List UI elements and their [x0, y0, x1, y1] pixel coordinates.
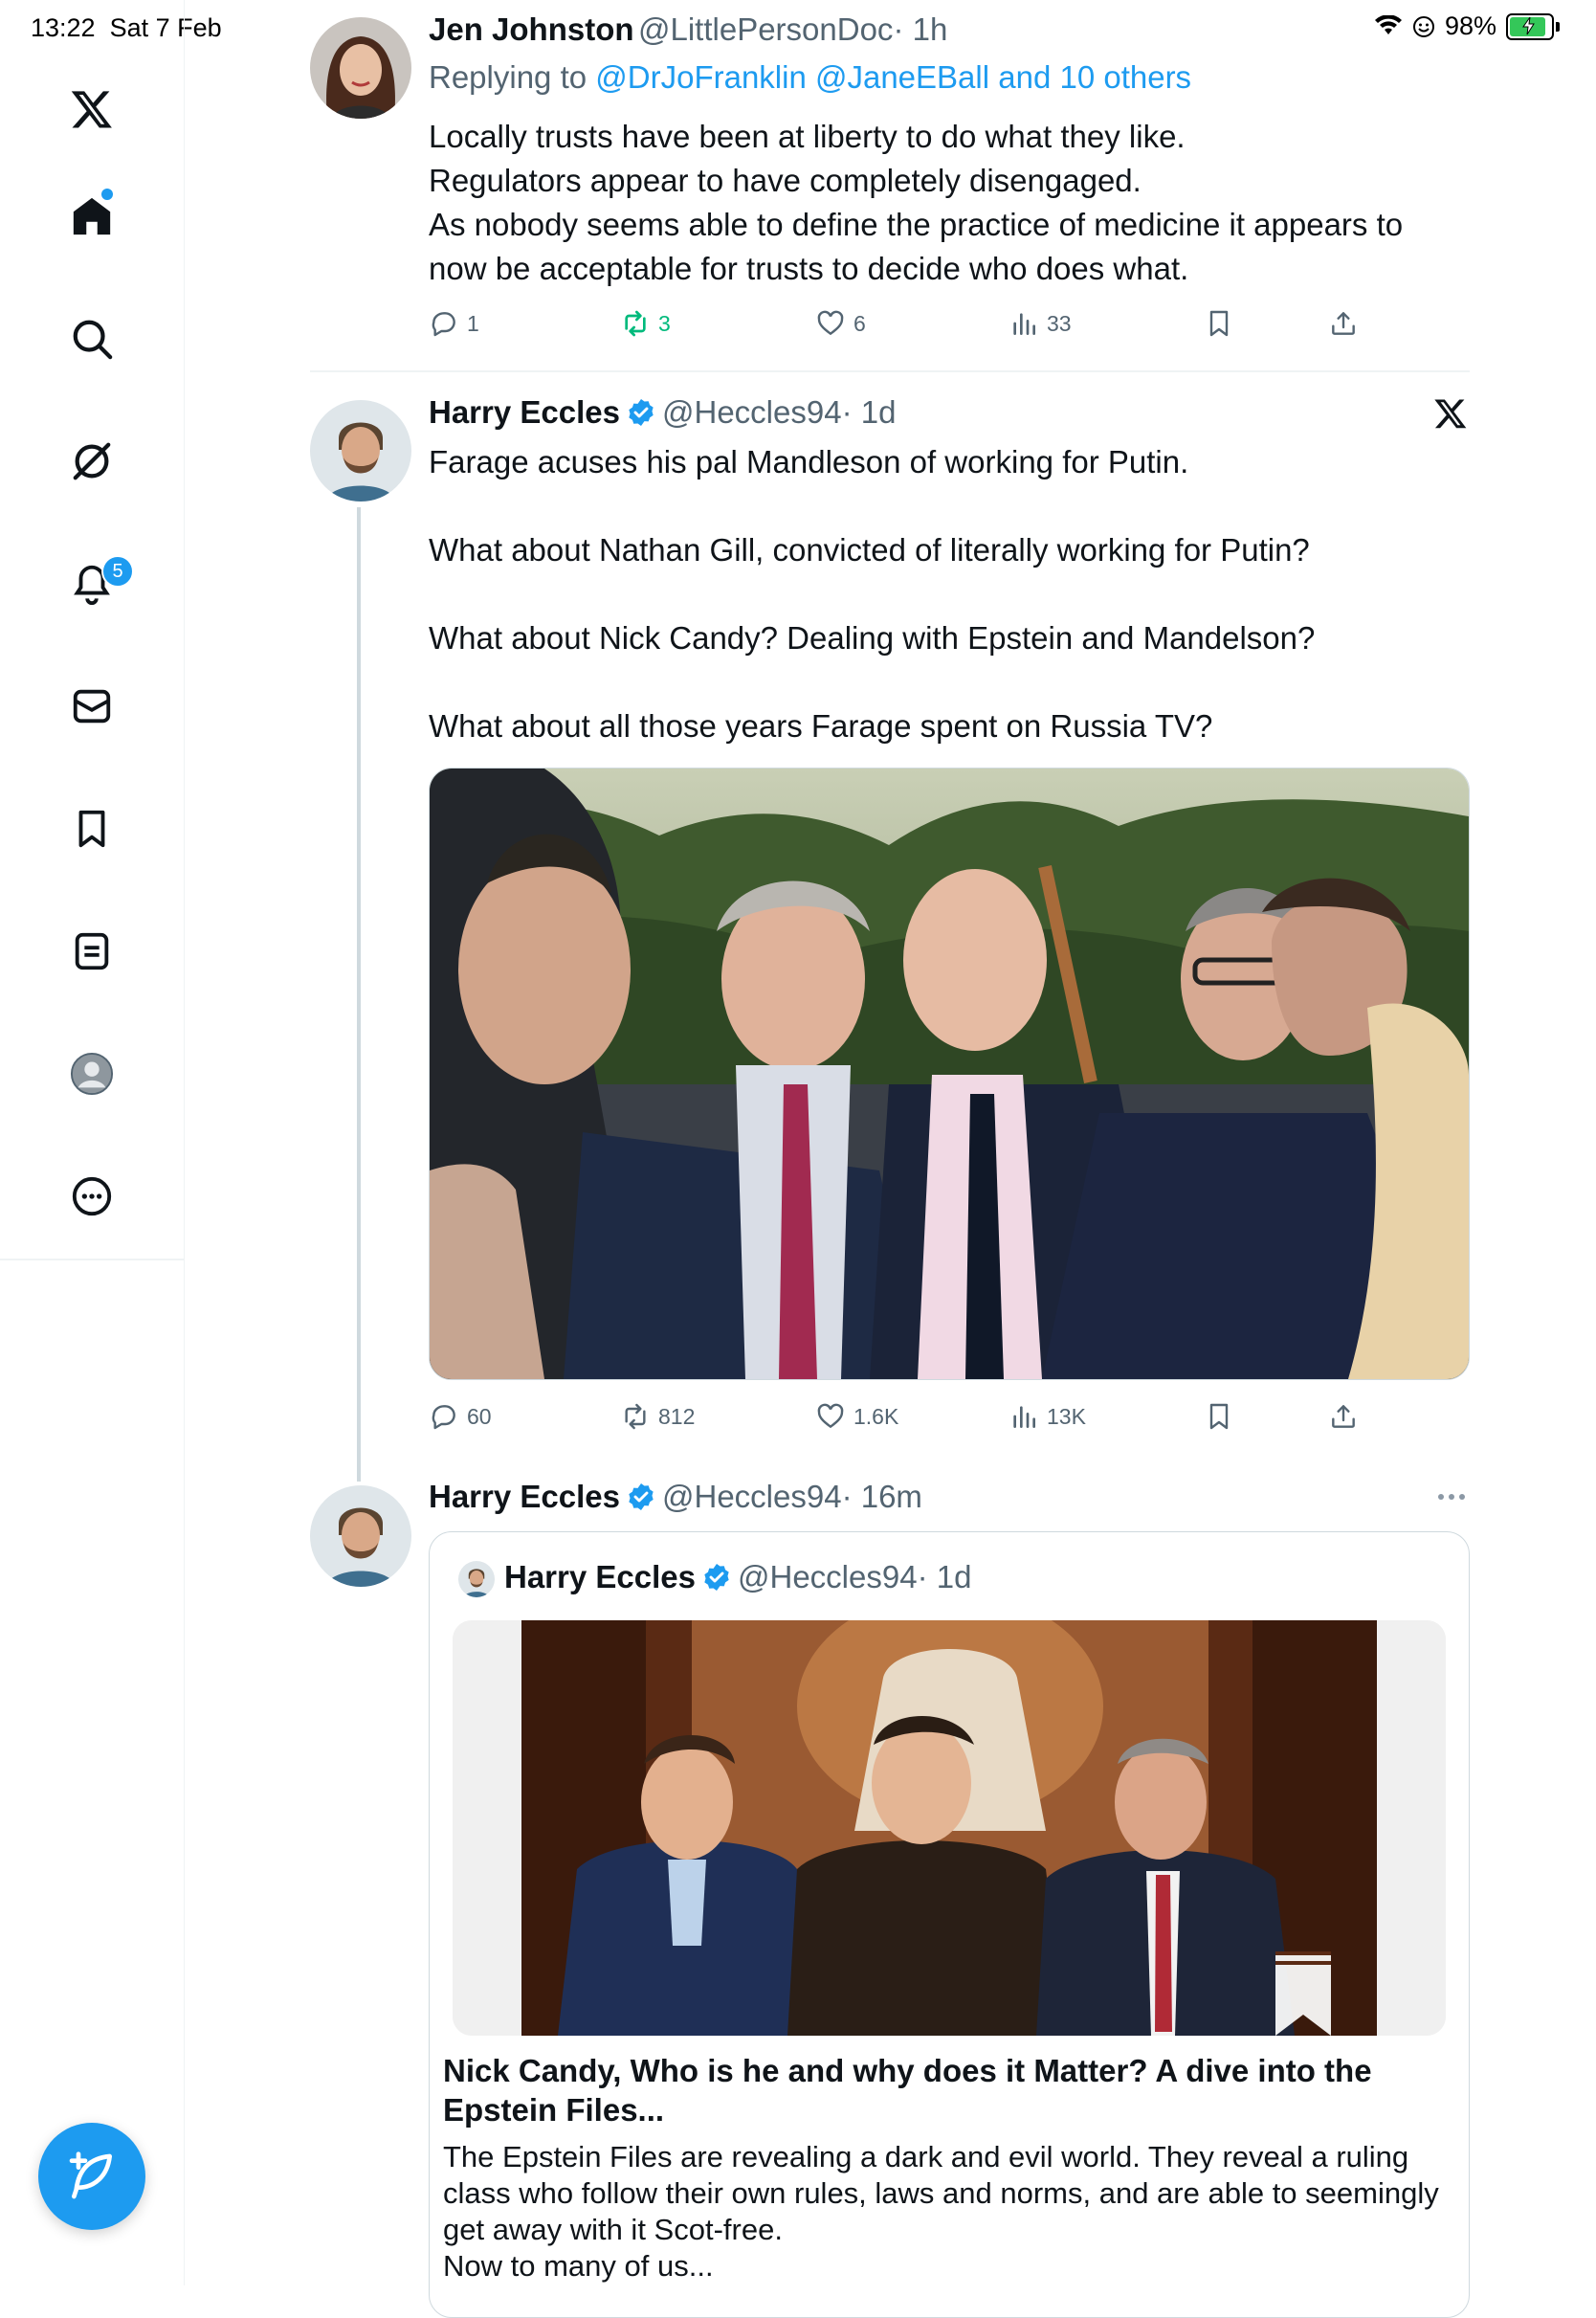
tweet-1-text: Locally trusts have been at liberty to d… — [429, 119, 1404, 286]
repost-count: 3 — [658, 310, 671, 336]
tweet-1-header: Jen Johnston @LittlePersonDoc· 1h — [429, 11, 947, 48]
verified-badge-icon — [629, 399, 654, 426]
repost-icon — [625, 310, 646, 337]
reply-icon — [432, 1405, 455, 1430]
status-icons: 98% — [1374, 11, 1560, 41]
replying-to-links[interactable]: @DrJoFranklin @JaneEBall and 10 others — [595, 59, 1191, 95]
heart-icon — [817, 310, 844, 336]
grok-icon[interactable] — [67, 436, 117, 486]
focus-icon — [1412, 15, 1434, 37]
views-count: 13K — [1047, 1403, 1086, 1429]
reply-button[interactable]: 1 — [429, 308, 479, 339]
battery-percent: 98% — [1444, 11, 1496, 40]
repost-button[interactable]: 812 — [620, 1401, 695, 1432]
avatar-harry-eccles[interactable] — [310, 1485, 411, 1587]
reply-count: 1 — [467, 310, 479, 336]
repost-button[interactable]: 3 — [620, 308, 671, 339]
reply-icon — [432, 312, 455, 337]
tweet-2-header: Harry Eccles @Heccles94· 1d — [429, 394, 896, 431]
like-button[interactable]: 1.6K — [815, 1401, 898, 1432]
quoted-avatar — [458, 1561, 495, 1597]
avatar-jen-johnston[interactable] — [310, 17, 411, 119]
post-time: · 1h — [893, 11, 948, 47]
post-time: · 16m — [841, 1479, 922, 1514]
repost-count: 812 — [658, 1403, 696, 1429]
wifi-icon — [1374, 14, 1402, 34]
avatar-harry-eccles[interactable] — [310, 400, 411, 501]
bookmark-button[interactable] — [1204, 1401, 1234, 1432]
like-count: 1.6K — [853, 1403, 899, 1429]
quoted-author-name: Harry Eccles — [504, 1559, 696, 1594]
replying-to-label: Replying to — [429, 59, 596, 95]
author-name[interactable]: Jen Johnston — [429, 11, 634, 47]
share-button[interactable] — [1328, 308, 1359, 339]
quoted-author-handle: @Heccles94 — [737, 1559, 918, 1594]
verified-badge-icon — [629, 1483, 654, 1510]
reply-count: 60 — [467, 1403, 492, 1429]
bookmark-icon — [1209, 1403, 1229, 1430]
author-handle[interactable]: @LittlePersonDoc — [638, 11, 893, 47]
home-notification-dot — [101, 189, 113, 200]
reply-button[interactable]: 60 — [429, 1401, 492, 1432]
post-time: · 1d — [841, 394, 897, 430]
profile-avatar-icon[interactable] — [67, 1049, 117, 1099]
search-icon[interactable] — [67, 314, 117, 364]
views-button[interactable]: 33 — [1009, 308, 1072, 339]
repost-icon — [625, 1403, 646, 1430]
share-button[interactable] — [1328, 1401, 1359, 1432]
article-title[interactable]: Nick Candy, Who is he and why does it Ma… — [443, 2051, 1448, 2129]
tweet-divider — [310, 370, 1470, 372]
thread-connector-line — [357, 507, 361, 1482]
x-brand-icon — [1433, 396, 1468, 435]
more-options-button[interactable] — [1435, 1485, 1468, 1513]
more-icon[interactable] — [67, 1171, 117, 1221]
views-count: 33 — [1047, 310, 1072, 336]
tweet-2-text: Farage acuses his pal Mandleson of worki… — [429, 444, 1316, 744]
battery-icon — [1506, 12, 1554, 40]
sidebar-divider — [0, 1259, 184, 1260]
author-handle[interactable]: @Heccles94 — [662, 394, 842, 430]
views-icon — [1013, 313, 1035, 335]
messages-icon[interactable] — [67, 681, 117, 731]
like-count: 6 — [853, 310, 866, 336]
quoted-header: Harry Eccles @Heccles94· 1d — [504, 1559, 971, 1595]
share-icon — [1332, 1405, 1355, 1428]
compose-feather-icon — [69, 2151, 112, 2199]
article-description: The Epstein Files are revealing a dark a… — [443, 2140, 1439, 2283]
share-icon — [1332, 312, 1355, 335]
tweet-2-photo[interactable] — [429, 768, 1470, 1380]
author-handle[interactable]: @Heccles94 — [662, 1479, 842, 1514]
views-button[interactable]: 13K — [1009, 1401, 1086, 1432]
article-image[interactable] — [453, 1620, 1446, 2036]
notifications-badge: 5 — [101, 555, 134, 588]
heart-icon — [817, 1403, 844, 1429]
quoted-post-time: · 1d — [917, 1559, 972, 1594]
views-icon — [1013, 1406, 1035, 1428]
ellipsis-icon — [1438, 1494, 1465, 1500]
author-name[interactable]: Harry Eccles — [429, 394, 620, 430]
bookmark-button[interactable] — [1204, 308, 1234, 339]
lists-icon[interactable] — [67, 926, 117, 976]
tweet-3-header: Harry Eccles @Heccles94· 16m — [429, 1479, 922, 1515]
bookmark-icon — [1209, 310, 1229, 337]
author-name[interactable]: Harry Eccles — [429, 1479, 620, 1514]
x-logo-icon[interactable] — [67, 84, 117, 134]
like-button[interactable]: 6 — [815, 308, 866, 339]
quoted-post-card[interactable]: Harry Eccles @Heccles94· 1d Nick Candy, … — [429, 1531, 1470, 2318]
compose-post-button[interactable] — [38, 2123, 145, 2230]
verified-badge-icon — [704, 1564, 729, 1591]
replying-to-line: Replying to @DrJoFranklin @JaneEBall and… — [429, 59, 1191, 96]
bookmarks-icon[interactable] — [67, 804, 117, 854]
